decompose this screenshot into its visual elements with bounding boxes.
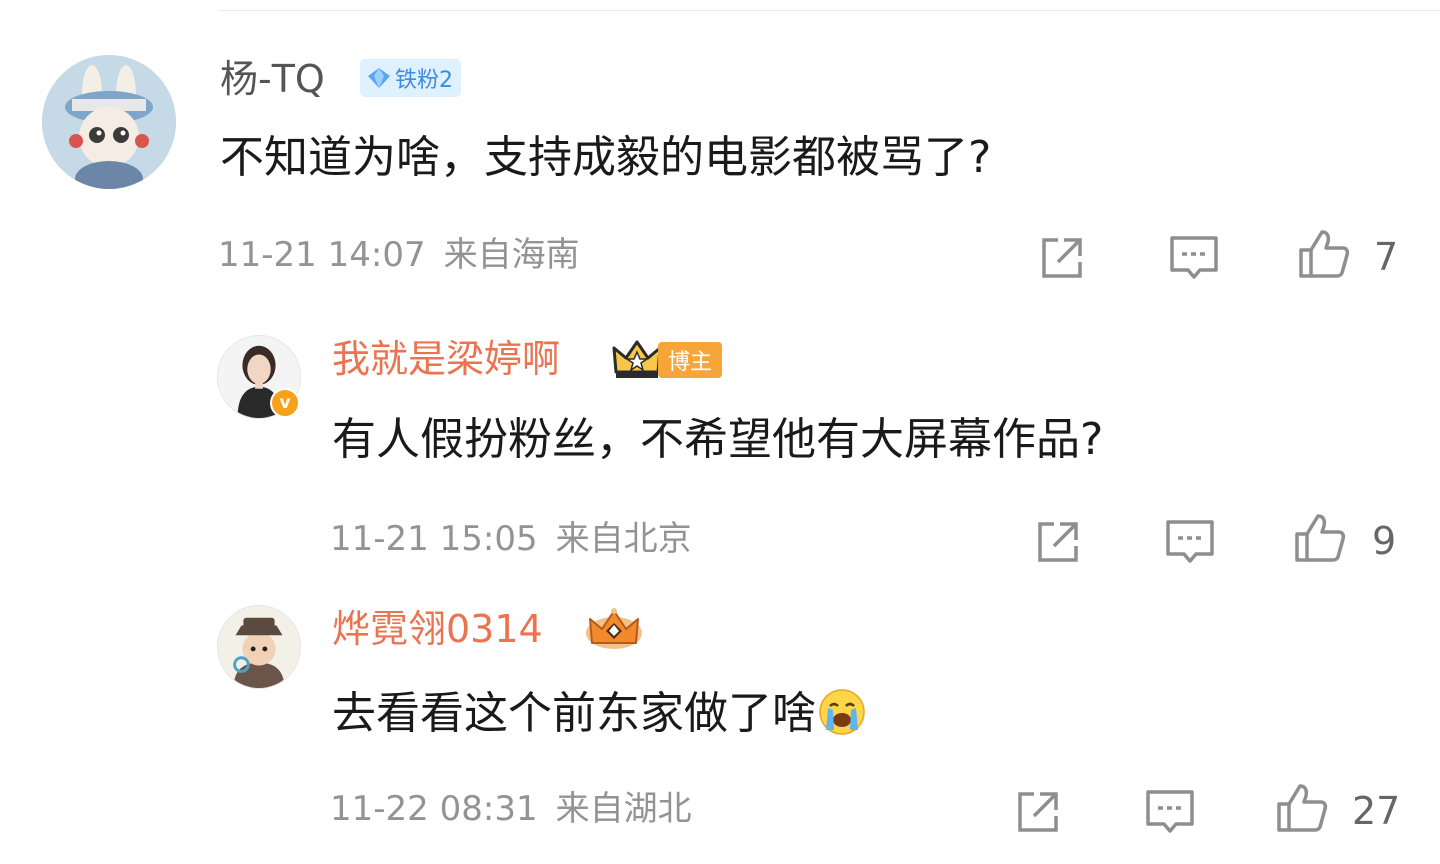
like-count: 9	[1372, 519, 1397, 563]
comment-meta: 11-22 08:31 来自湖北	[330, 792, 692, 826]
crying-face-emoji	[818, 688, 866, 736]
top-divider	[218, 10, 1440, 11]
comment-text: 去看看这个前东家做了啥	[332, 688, 866, 736]
avatar[interactable]	[217, 605, 301, 689]
comment-text: 不知道为啥，支持成毅的电影都被骂了?	[220, 132, 992, 183]
comment-icon[interactable]	[1168, 232, 1220, 284]
author-badge: 博主	[658, 342, 723, 378]
diamond-icon	[368, 68, 390, 88]
comment-meta: 11-21 14:07 来自海南	[218, 238, 580, 272]
timestamp: 11-21 14:07	[218, 235, 426, 275]
username[interactable]: 杨-TQ	[220, 60, 325, 98]
thumbs-up-icon[interactable]	[1294, 512, 1346, 564]
crown-medal-icon	[582, 603, 646, 653]
username[interactable]: 烨霓翎0314	[332, 610, 543, 648]
location: 来自海南	[443, 235, 580, 275]
comment-icon[interactable]	[1164, 516, 1216, 568]
share-icon[interactable]	[1012, 786, 1064, 838]
like-count: 7	[1374, 235, 1399, 279]
fan-badge[interactable]: 铁粉2	[360, 59, 461, 97]
comment-meta: 11-21 15:05 来自北京	[330, 522, 692, 556]
fan-badge-label: 铁粉2	[395, 68, 453, 93]
comment-text-content: 去看看这个前东家做了啥	[332, 688, 816, 739]
crown-icon	[612, 338, 662, 380]
cartoon-detective-avatar-image	[218, 606, 300, 688]
thumbs-up-icon[interactable]	[1276, 782, 1328, 834]
like-count: 27	[1352, 789, 1401, 833]
username[interactable]: 我就是梁婷啊	[332, 340, 560, 378]
timestamp: 11-21 15:05	[330, 519, 538, 559]
location: 来自湖北	[555, 789, 692, 829]
location: 来自北京	[555, 519, 692, 559]
timestamp: 11-22 08:31	[330, 789, 538, 829]
comment-text: 有人假扮粉丝，不希望他有大屏幕作品?	[332, 414, 1104, 465]
bunny-avatar-image	[42, 55, 176, 189]
verified-badge: v	[270, 388, 300, 418]
comment-icon[interactable]	[1144, 786, 1196, 838]
thumbs-up-icon[interactable]	[1298, 228, 1350, 280]
share-icon[interactable]	[1036, 232, 1088, 284]
avatar[interactable]	[42, 55, 176, 189]
share-icon[interactable]	[1032, 516, 1084, 568]
